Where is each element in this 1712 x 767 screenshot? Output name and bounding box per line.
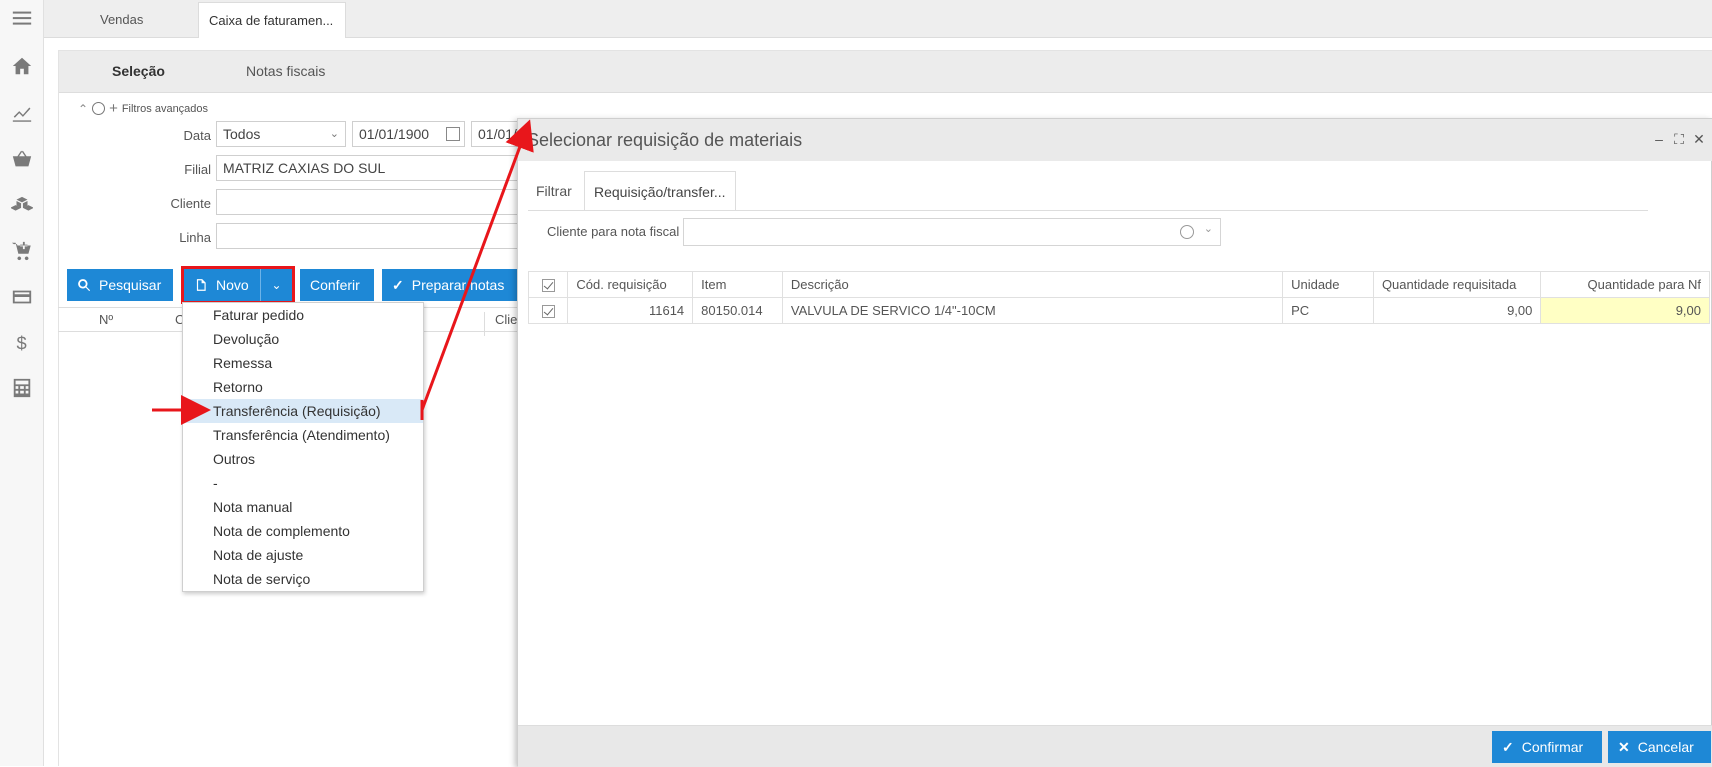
annotation-overlay bbox=[152, 119, 534, 425]
annotation-arrow-modal bbox=[420, 119, 534, 411]
